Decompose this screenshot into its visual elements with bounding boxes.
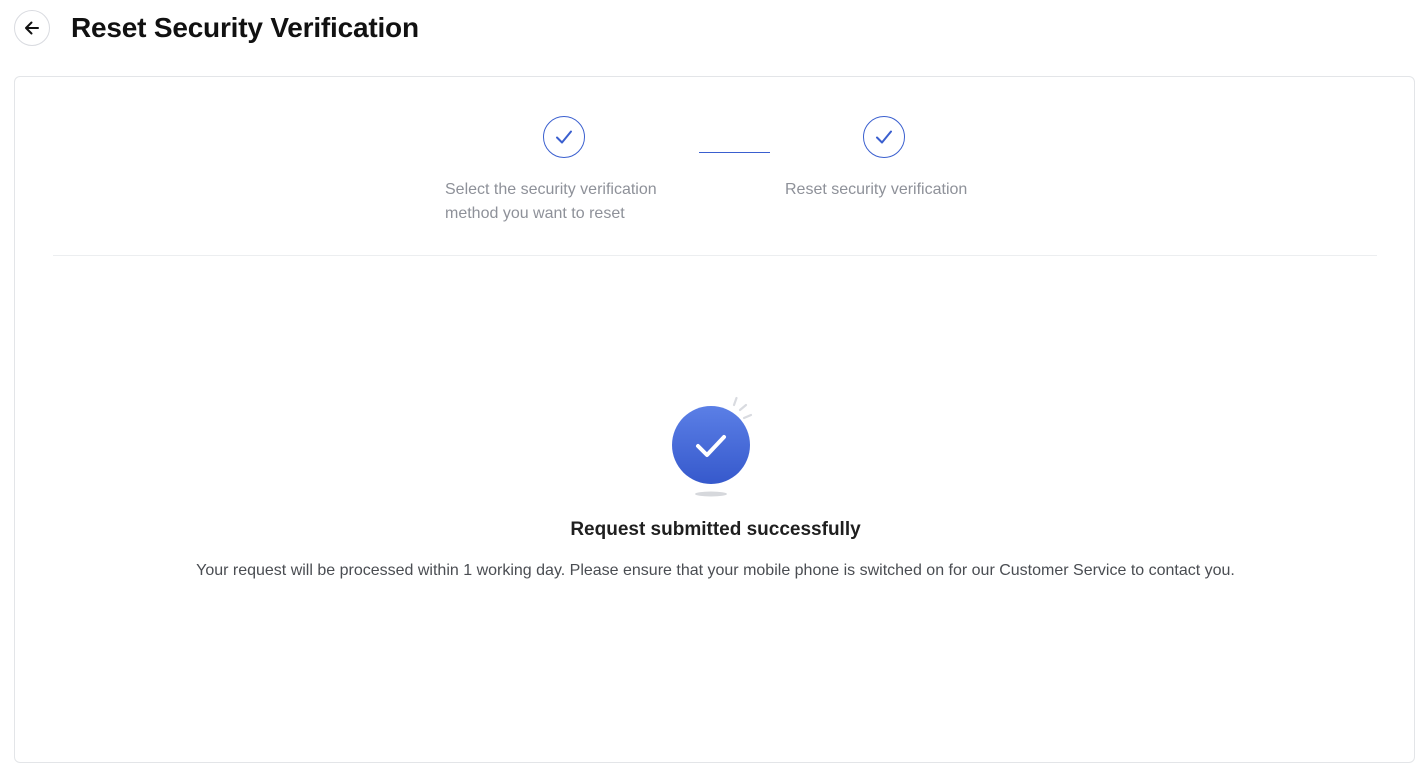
success-illustration [670, 393, 762, 497]
step-1-label-line-1: Select the security verification [445, 181, 657, 198]
step-1-label-line-2: method you want to reset [445, 205, 625, 222]
success-check-icon [672, 396, 753, 497]
check-icon [556, 130, 572, 144]
divider [53, 255, 1377, 256]
back-button[interactable] [14, 10, 50, 46]
result-title: Request submitted successfully [570, 519, 861, 540]
step-connector [699, 152, 770, 153]
page-title: Reset Security Verification [71, 12, 419, 43]
step-2-label: Reset security verification [785, 181, 968, 198]
step-1-label: Select the security verification method … [445, 178, 657, 226]
arrow-left-icon [25, 21, 39, 35]
result-message: Your request will be processed within 1 … [196, 562, 1235, 579]
reset-security-verification-page: Reset Security Verification Select the s… [0, 0, 1425, 774]
step-2-complete-icon [863, 116, 905, 158]
check-icon [876, 130, 892, 144]
step-1-complete-icon [543, 116, 585, 158]
content-card: Select the security verification method … [14, 76, 1415, 763]
